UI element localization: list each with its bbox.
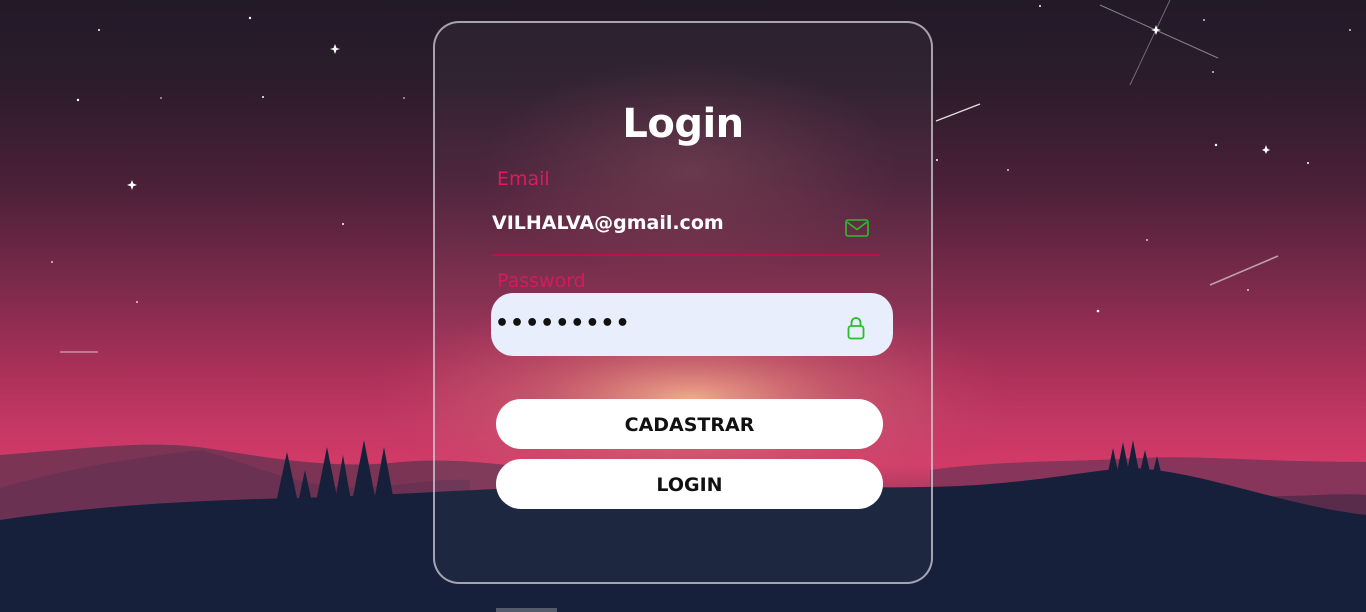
lock-icon (847, 317, 865, 340)
login-title: Login (622, 101, 744, 147)
password-value: ••••••••• (495, 311, 631, 336)
password-label: Password (497, 270, 586, 292)
login-page: Login Email VILHALVA@gmail.com Password … (0, 0, 1366, 612)
email-label: Email (497, 168, 550, 190)
login-button[interactable]: LOGIN (496, 459, 883, 509)
envelope-icon (845, 219, 869, 237)
bottom-scroll-indicator (496, 608, 557, 612)
email-input[interactable]: VILHALVA@gmail.com (492, 212, 724, 234)
password-input[interactable]: ••••••••• (491, 293, 893, 356)
email-underline (491, 254, 879, 256)
signup-button[interactable]: CADASTRAR (496, 399, 883, 449)
login-card: Login Email VILHALVA@gmail.com Password … (433, 21, 933, 584)
